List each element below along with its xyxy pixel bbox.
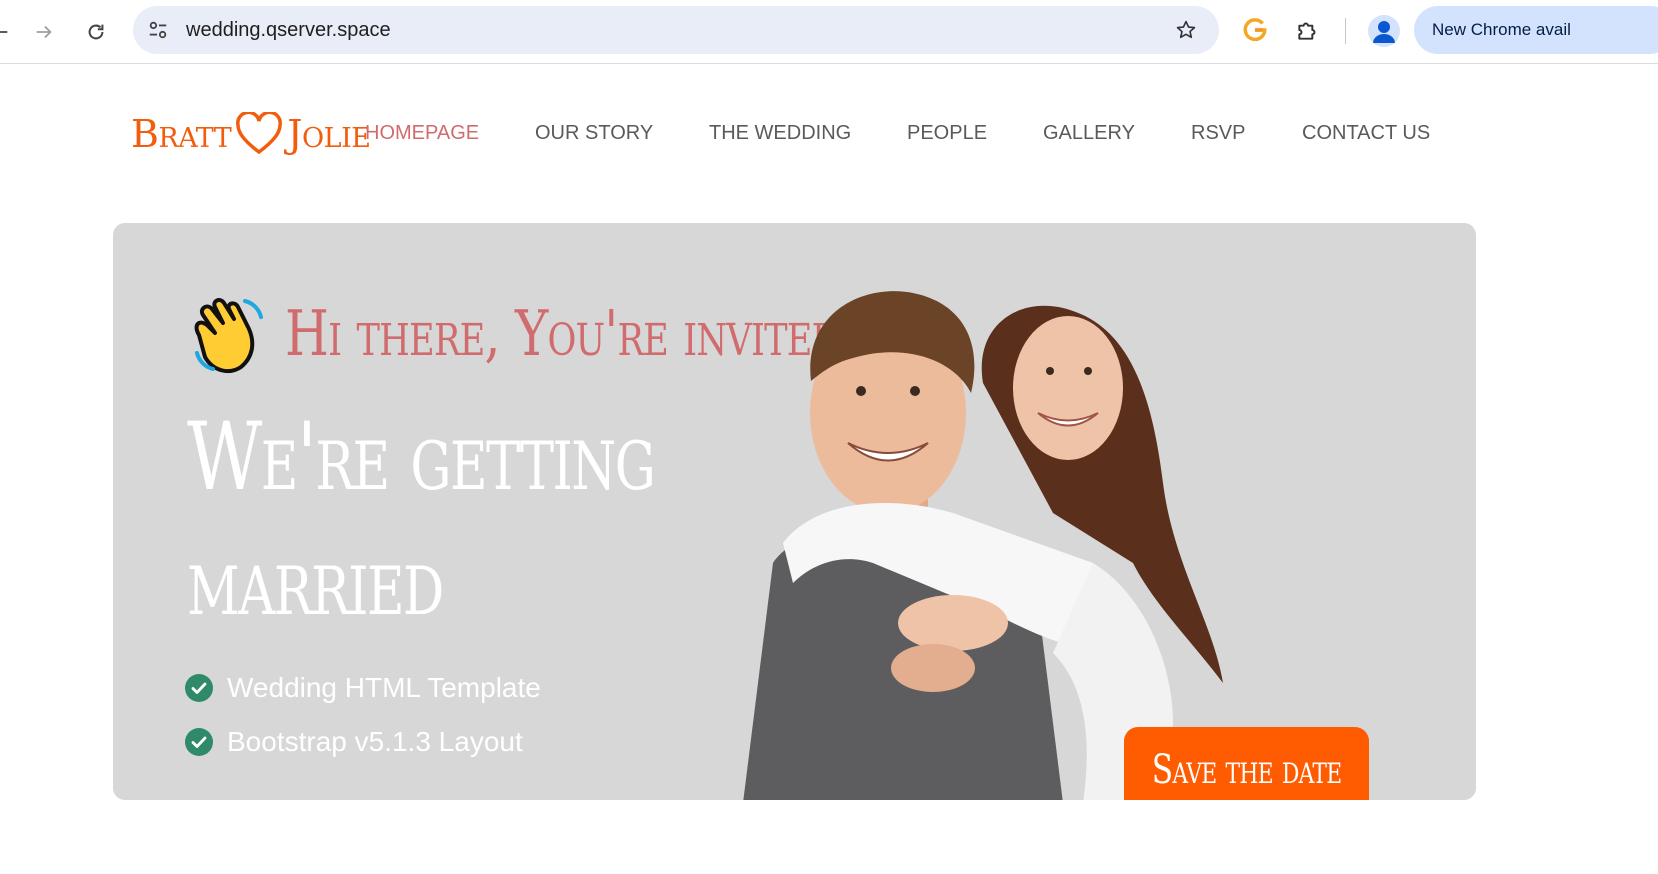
hero-banner: Hi there, You're invited We're getting m… (113, 223, 1476, 800)
couple-photo (743, 291, 1223, 800)
arrow-right-icon (36, 25, 52, 39)
headline-line-1: We're getting (187, 403, 656, 512)
main-navigation: HOMEPAGE OUR STORY THE WEDDING PEOPLE GA… (0, 122, 1658, 148)
hero-headline: We're getting married (187, 395, 671, 645)
nav-item-contact-us[interactable]: CONTACT US (1302, 122, 1430, 145)
feature-text: Bootstrap v5.1.3 Layout (227, 726, 523, 757)
waving-hand-icon (194, 298, 263, 374)
toolbar-divider (1345, 18, 1346, 44)
nav-item-gallery[interactable]: GALLERY (1043, 122, 1135, 145)
nav-item-homepage[interactable]: HOMEPAGE (365, 122, 479, 145)
list-item: Wedding HTML Template (185, 672, 541, 703)
back-button[interactable] (0, 12, 20, 52)
arrow-left-icon (0, 31, 8, 33)
save-the-date-button[interactable]: Save the date (1124, 727, 1369, 800)
bookmark-star-icon[interactable] (1175, 19, 1197, 41)
forward-button[interactable] (24, 12, 64, 52)
url-text[interactable]: wedding.qserver.space (186, 19, 391, 41)
check-circle-icon (185, 728, 213, 756)
person-icon (1373, 21, 1395, 43)
address-bar[interactable]: wedding.qserver.space (133, 6, 1219, 54)
nav-item-rsvp[interactable]: RSVP (1191, 122, 1245, 145)
site-info-icon[interactable] (147, 19, 169, 41)
nav-item-our-story[interactable]: OUR STORY (535, 122, 653, 145)
nav-item-the-wedding[interactable]: THE WEDDING (709, 122, 851, 145)
extensions-puzzle-icon[interactable] (1295, 17, 1321, 43)
extension-g-icon[interactable] (1242, 17, 1268, 43)
save-the-date-label: Save the date (1151, 747, 1342, 793)
reload-button[interactable] (76, 12, 116, 52)
profile-avatar[interactable] (1368, 15, 1400, 47)
list-item: Bootstrap v5.1.3 Layout (185, 726, 523, 757)
headline-line-2: married (187, 528, 444, 637)
browser-toolbar: wedding.qserver.space New Chrome avail (0, 0, 1658, 64)
chrome-update-button[interactable]: New Chrome avail (1414, 6, 1658, 54)
reload-icon (88, 24, 104, 40)
nav-item-people[interactable]: PEOPLE (907, 122, 987, 145)
check-circle-icon (185, 674, 213, 702)
feature-text: Wedding HTML Template (227, 672, 541, 703)
